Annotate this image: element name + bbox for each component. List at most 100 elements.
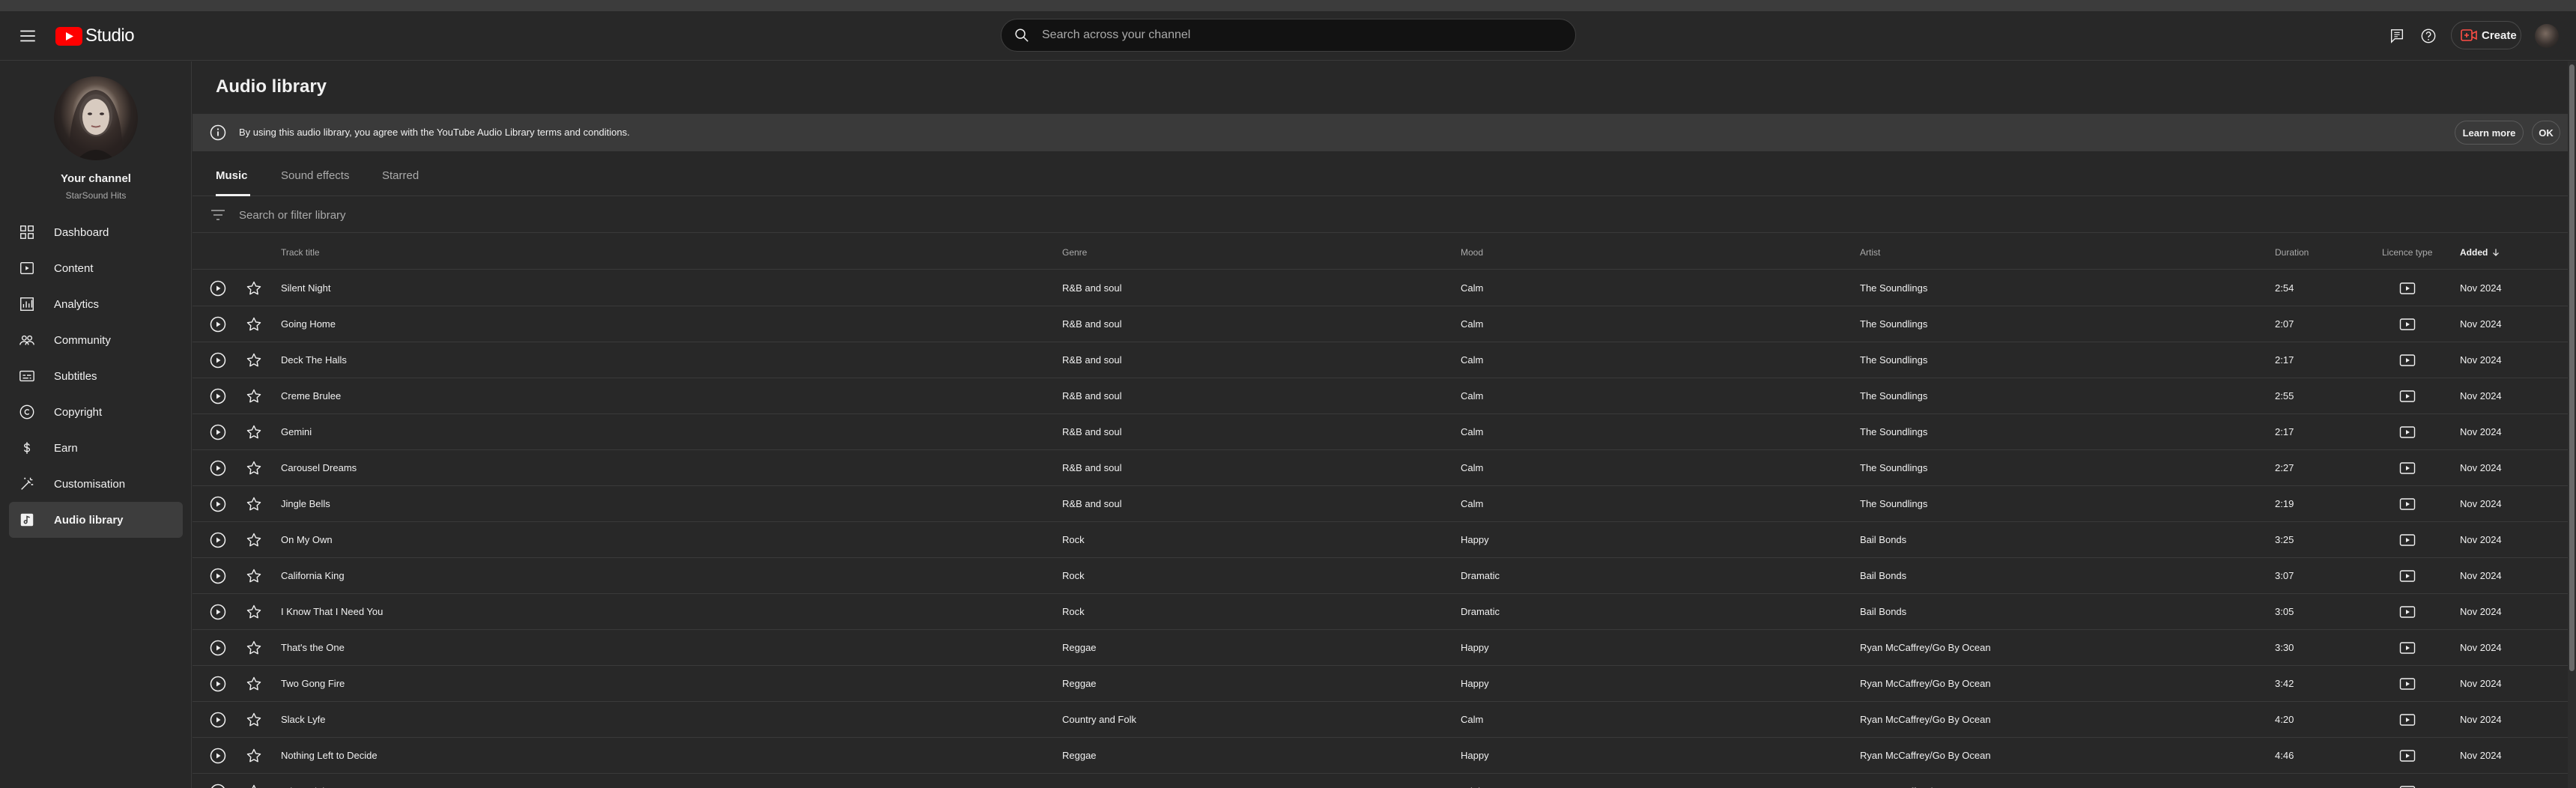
column-track-title[interactable]: Track title bbox=[281, 247, 320, 258]
play-icon[interactable] bbox=[209, 747, 227, 765]
create-button[interactable]: Create bbox=[2451, 21, 2521, 49]
play-icon[interactable] bbox=[209, 387, 227, 405]
scrollbar-thumb[interactable] bbox=[2569, 64, 2575, 671]
star-icon[interactable] bbox=[245, 423, 263, 441]
table-row[interactable]: I Know That I Need You Rock Dramatic Bail B… bbox=[193, 594, 2568, 630]
tab-music[interactable]: Music bbox=[216, 165, 250, 196]
play-icon[interactable] bbox=[209, 495, 227, 513]
track-artist: The Soundlings bbox=[1860, 426, 1928, 437]
page-scrollbar[interactable] bbox=[2568, 61, 2576, 788]
star-icon[interactable] bbox=[245, 531, 263, 549]
play-icon[interactable] bbox=[209, 279, 227, 297]
track-added: Nov 2024 bbox=[2460, 714, 2502, 725]
sidebar-item-label: Community bbox=[54, 333, 111, 347]
filter-icon[interactable] bbox=[209, 206, 227, 224]
sidebar-item-subtitles[interactable]: Subtitles bbox=[9, 358, 183, 394]
table-row[interactable]: Two Gong Fire Reggae Happy Ryan McCaffrey/G… bbox=[193, 666, 2568, 702]
account-avatar[interactable] bbox=[2535, 24, 2559, 48]
sidebar-item-label: Audio library bbox=[54, 513, 124, 527]
star-icon[interactable] bbox=[245, 567, 263, 585]
table-row[interactable]: Gemini R&B and soul Calm The Soundlings 2:17… bbox=[193, 414, 2568, 450]
sidebar-item-copyright[interactable]: Copyright bbox=[9, 394, 183, 430]
ok-button[interactable]: OK bbox=[2532, 121, 2560, 145]
column-artist[interactable]: Artist bbox=[1860, 247, 1880, 258]
learn-more-button[interactable]: Learn more bbox=[2455, 121, 2524, 145]
play-icon[interactable] bbox=[209, 459, 227, 477]
sidebar-nav: Dashboard Content Analytics Community Su… bbox=[9, 214, 183, 538]
column-mood[interactable]: Mood bbox=[1461, 247, 1483, 258]
banner-message: By using this audio library, you agree w… bbox=[239, 127, 630, 138]
track-title: Gemini bbox=[281, 426, 312, 437]
play-icon[interactable] bbox=[209, 639, 227, 657]
star-icon[interactable] bbox=[245, 783, 263, 788]
table-row[interactable]: Deck The Halls R&B and soul Calm The Soundl… bbox=[193, 342, 2568, 378]
table-row[interactable]: Jingle Bells R&B and soul Calm The Soundlin… bbox=[193, 486, 2568, 522]
table-row[interactable]: California King Rock Dramatic Bail Bonds 3:0… bbox=[193, 558, 2568, 594]
sidebar-item-earn[interactable]: Earn bbox=[9, 430, 183, 466]
track-duration: 4:46 bbox=[2275, 750, 2294, 761]
sidebar-item-community[interactable]: Community bbox=[9, 322, 183, 358]
play-icon[interactable] bbox=[209, 351, 227, 369]
table-row[interactable]: Carousel Dreams R&B and soul Calm The Sound… bbox=[193, 450, 2568, 486]
star-icon[interactable] bbox=[245, 495, 263, 513]
play-icon[interactable] bbox=[209, 315, 227, 333]
search-input[interactable] bbox=[1042, 28, 1575, 42]
track-title: Creme Brulee bbox=[281, 390, 342, 401]
play-icon[interactable] bbox=[209, 567, 227, 585]
sidebar-item-content[interactable]: Content bbox=[9, 250, 183, 286]
star-icon[interactable] bbox=[245, 675, 263, 693]
licence-youtube-icon bbox=[2399, 533, 2416, 548]
track-mood: Happy bbox=[1461, 642, 1489, 653]
star-icon[interactable] bbox=[245, 351, 263, 369]
menu-icon[interactable] bbox=[18, 26, 37, 46]
studio-logo[interactable]: Studio bbox=[55, 24, 135, 48]
table-row[interactable]: Creme Brulee R&B and soul Calm The Soundlin… bbox=[193, 378, 2568, 414]
play-icon[interactable] bbox=[209, 783, 227, 788]
channel-search[interactable] bbox=[1001, 19, 1576, 52]
table-row[interactable]: Where'd the Sun Go?ReggaeBrightRyan McCa… bbox=[193, 774, 2568, 788]
column-duration[interactable]: Duration bbox=[2275, 247, 2309, 258]
earn-icon bbox=[18, 439, 36, 457]
table-row[interactable]: Going Home R&B and soul Calm The Soundlings… bbox=[193, 306, 2568, 342]
column-added[interactable]: Added bbox=[2460, 247, 2501, 258]
create-video-icon bbox=[2461, 29, 2477, 41]
table-row[interactable]: Silent Night R&B and soul Calm The Soundlin… bbox=[193, 270, 2568, 306]
sidebar-item-customisation[interactable]: Customisation bbox=[9, 466, 183, 502]
play-icon[interactable] bbox=[209, 711, 227, 729]
play-icon[interactable] bbox=[209, 531, 227, 549]
star-icon[interactable] bbox=[245, 711, 263, 729]
column-genre[interactable]: Genre bbox=[1062, 247, 1087, 258]
tab-starred[interactable]: Starred bbox=[382, 165, 419, 196]
star-icon[interactable] bbox=[245, 603, 263, 621]
channel-title[interactable]: Your channel bbox=[0, 172, 192, 185]
table-row[interactable]: That's the One Reggae Happy Ryan McCaffrey/… bbox=[193, 630, 2568, 666]
browser-top-strip bbox=[0, 0, 2576, 11]
track-list: Silent Night R&B and soul Calm The Soundlin… bbox=[193, 270, 2568, 788]
play-icon[interactable] bbox=[209, 423, 227, 441]
star-icon[interactable] bbox=[245, 639, 263, 657]
track-title: Jingle Bells bbox=[281, 498, 330, 509]
play-icon[interactable] bbox=[209, 603, 227, 621]
sidebar-item-analytics[interactable]: Analytics bbox=[9, 286, 183, 322]
filter-input[interactable] bbox=[239, 206, 688, 224]
help-icon[interactable] bbox=[2418, 25, 2439, 46]
table-row[interactable]: Slack Lyfe Country and Folk Calm Ryan McCaf… bbox=[193, 702, 2568, 738]
tab-sound-effects[interactable]: Sound effects bbox=[281, 165, 349, 196]
feedback-icon[interactable] bbox=[2386, 25, 2407, 46]
table-row[interactable]: Nothing Left to Decide Reggae Happy Ryan Mc… bbox=[193, 738, 2568, 774]
track-mood: Calm bbox=[1461, 390, 1484, 401]
track-title: Silent Night bbox=[281, 282, 331, 294]
channel-name: StarSound Hits bbox=[65, 190, 127, 201]
star-icon[interactable] bbox=[245, 387, 263, 405]
star-icon[interactable] bbox=[245, 459, 263, 477]
table-row[interactable]: On My Own Rock Happy Bail Bonds 3:25 Nov 2024 bbox=[193, 522, 2568, 558]
library-tabs: Music Sound effects Starred bbox=[193, 165, 2568, 196]
star-icon[interactable] bbox=[245, 747, 263, 765]
play-icon[interactable] bbox=[209, 675, 227, 693]
channel-avatar[interactable] bbox=[54, 76, 138, 160]
customisation-icon bbox=[18, 475, 36, 493]
star-icon[interactable] bbox=[245, 279, 263, 297]
star-icon[interactable] bbox=[245, 315, 263, 333]
sidebar-item-dashboard[interactable]: Dashboard bbox=[9, 214, 183, 250]
sidebar-item-audio-library[interactable]: Audio library bbox=[9, 502, 183, 538]
